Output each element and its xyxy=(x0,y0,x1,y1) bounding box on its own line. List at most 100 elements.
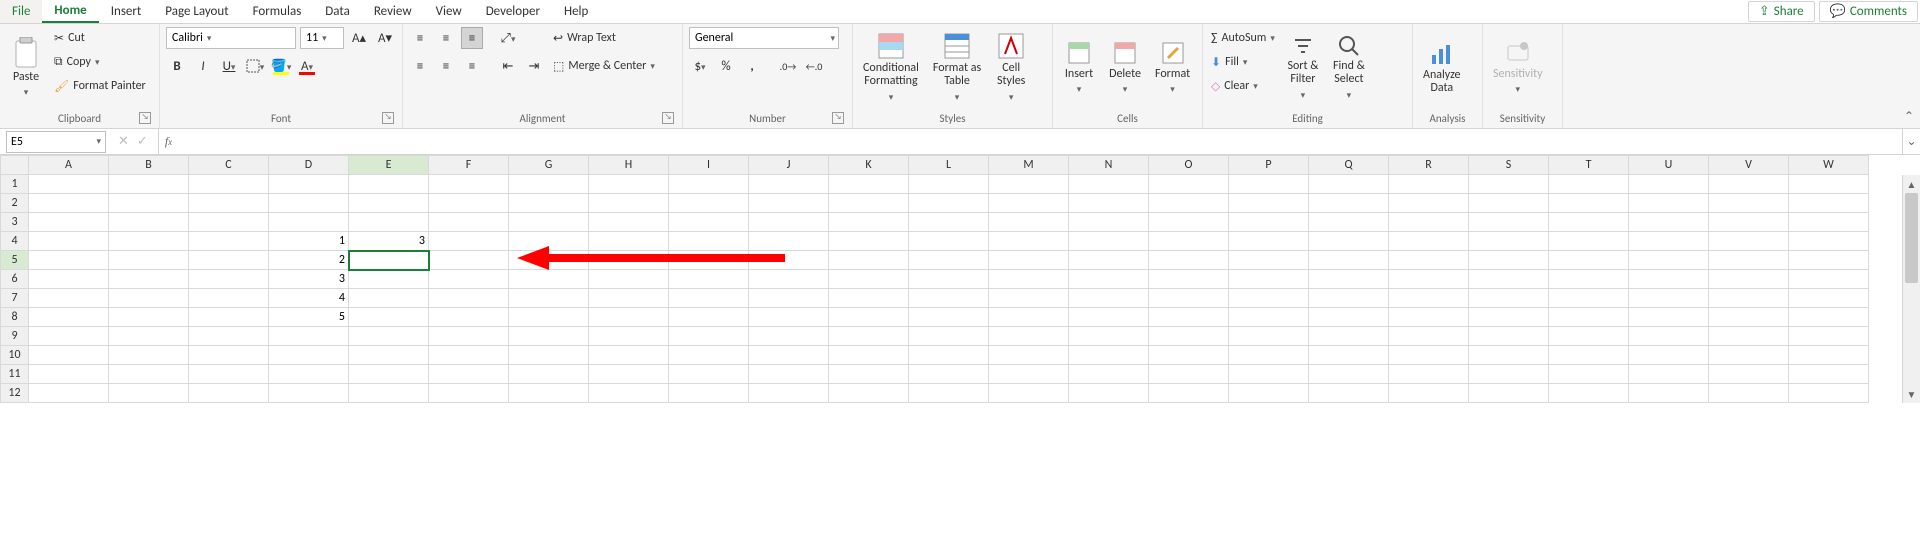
cell[interactable] xyxy=(1549,270,1629,289)
vertical-scrollbar[interactable]: ▲ ▼ xyxy=(1902,175,1920,403)
cell[interactable] xyxy=(1549,289,1629,308)
cell[interactable] xyxy=(349,384,429,403)
comments-button[interactable]: 💬 Comments xyxy=(1819,1,1918,22)
cell[interactable] xyxy=(269,346,349,365)
cell[interactable] xyxy=(1629,308,1709,327)
cell[interactable] xyxy=(29,346,109,365)
cell[interactable] xyxy=(1389,232,1469,251)
fx-icon[interactable]: fx xyxy=(159,134,178,149)
cell[interactable] xyxy=(29,194,109,213)
cell[interactable] xyxy=(29,175,109,194)
row-header[interactable]: 5 xyxy=(1,251,29,270)
share-button[interactable]: ⇪ Share xyxy=(1748,1,1815,22)
number-format-combo[interactable]: General xyxy=(689,27,839,49)
cell[interactable] xyxy=(109,232,189,251)
row-header[interactable]: 2 xyxy=(1,194,29,213)
tab-page-layout[interactable]: Page Layout xyxy=(153,0,240,23)
column-header[interactable]: M xyxy=(989,156,1069,175)
column-header[interactable]: C xyxy=(189,156,269,175)
cancel-formula-button[interactable]: ✕ xyxy=(118,134,129,149)
cell[interactable] xyxy=(109,365,189,384)
cell[interactable] xyxy=(189,384,269,403)
cell[interactable] xyxy=(1549,213,1629,232)
cell[interactable] xyxy=(829,308,909,327)
orientation-button[interactable]: ⤢ xyxy=(497,27,519,49)
cell[interactable] xyxy=(29,365,109,384)
cell[interactable] xyxy=(1069,327,1149,346)
cell[interactable] xyxy=(669,384,749,403)
enter-formula-button[interactable]: ✓ xyxy=(137,134,148,149)
cell[interactable] xyxy=(509,213,589,232)
increase-font-button[interactable]: A▴ xyxy=(348,27,370,49)
cell[interactable] xyxy=(429,270,509,289)
cell[interactable] xyxy=(1309,384,1389,403)
format-as-table-button[interactable]: Format as Table xyxy=(929,27,985,109)
cell[interactable] xyxy=(109,270,189,289)
cell[interactable] xyxy=(1229,232,1309,251)
cell[interactable] xyxy=(1229,175,1309,194)
cell[interactable] xyxy=(29,384,109,403)
cell[interactable] xyxy=(909,232,989,251)
cell[interactable] xyxy=(509,270,589,289)
format-cells-button[interactable]: Format xyxy=(1151,27,1194,109)
row-header[interactable]: 9 xyxy=(1,327,29,346)
cell[interactable] xyxy=(589,232,669,251)
column-header[interactable]: B xyxy=(109,156,189,175)
cell[interactable] xyxy=(1149,327,1229,346)
cell[interactable] xyxy=(1389,270,1469,289)
conditional-formatting-button[interactable]: Conditional Formatting xyxy=(859,27,923,109)
row-header[interactable]: 4 xyxy=(1,232,29,251)
cell[interactable] xyxy=(1629,270,1709,289)
cell[interactable] xyxy=(1709,346,1789,365)
cell[interactable] xyxy=(509,175,589,194)
cell[interactable] xyxy=(589,308,669,327)
cell[interactable] xyxy=(1229,327,1309,346)
cell[interactable] xyxy=(1549,384,1629,403)
cell[interactable] xyxy=(1789,194,1869,213)
cell[interactable] xyxy=(1149,194,1229,213)
formula-expand-button[interactable]: ⌄ xyxy=(1902,129,1920,154)
cell[interactable] xyxy=(1469,346,1549,365)
cell[interactable] xyxy=(829,175,909,194)
cell[interactable] xyxy=(349,251,429,270)
cell[interactable] xyxy=(349,175,429,194)
row-header[interactable]: 8 xyxy=(1,308,29,327)
cell[interactable] xyxy=(429,194,509,213)
align-right-button[interactable]: ≡ xyxy=(461,55,483,77)
cell[interactable] xyxy=(749,308,829,327)
column-header[interactable]: S xyxy=(1469,156,1549,175)
bold-button[interactable]: B xyxy=(166,55,188,77)
cell[interactable] xyxy=(589,270,669,289)
column-header[interactable]: I xyxy=(669,156,749,175)
tab-formulas[interactable]: Formulas xyxy=(241,0,314,23)
cell[interactable] xyxy=(189,194,269,213)
cell[interactable] xyxy=(669,194,749,213)
cell[interactable] xyxy=(1309,365,1389,384)
cell[interactable] xyxy=(749,327,829,346)
cell[interactable] xyxy=(269,194,349,213)
cell[interactable] xyxy=(1149,251,1229,270)
cell[interactable] xyxy=(429,251,509,270)
decrease-indent-button[interactable]: ⇤ xyxy=(497,55,519,77)
cell[interactable]: 1 xyxy=(269,232,349,251)
format-painter-button[interactable]: 🖌 Format Painter xyxy=(52,75,148,97)
cell[interactable] xyxy=(669,251,749,270)
cell[interactable] xyxy=(749,384,829,403)
merge-center-button[interactable]: ⬚ Merge & Center xyxy=(551,55,657,77)
cell[interactable] xyxy=(1309,232,1389,251)
cell[interactable] xyxy=(1469,289,1549,308)
number-launcher[interactable]: ↘ xyxy=(832,112,844,124)
row-header[interactable]: 6 xyxy=(1,270,29,289)
cell[interactable] xyxy=(829,384,909,403)
find-select-button[interactable]: Find & Select xyxy=(1329,27,1369,109)
cell[interactable] xyxy=(1389,213,1469,232)
cell[interactable] xyxy=(509,194,589,213)
cell[interactable] xyxy=(1549,175,1629,194)
cell[interactable] xyxy=(1389,346,1469,365)
cell[interactable] xyxy=(909,175,989,194)
cell[interactable] xyxy=(29,327,109,346)
cell[interactable] xyxy=(1309,175,1389,194)
column-header[interactable]: J xyxy=(749,156,829,175)
cell[interactable] xyxy=(189,270,269,289)
column-header[interactable]: N xyxy=(1069,156,1149,175)
